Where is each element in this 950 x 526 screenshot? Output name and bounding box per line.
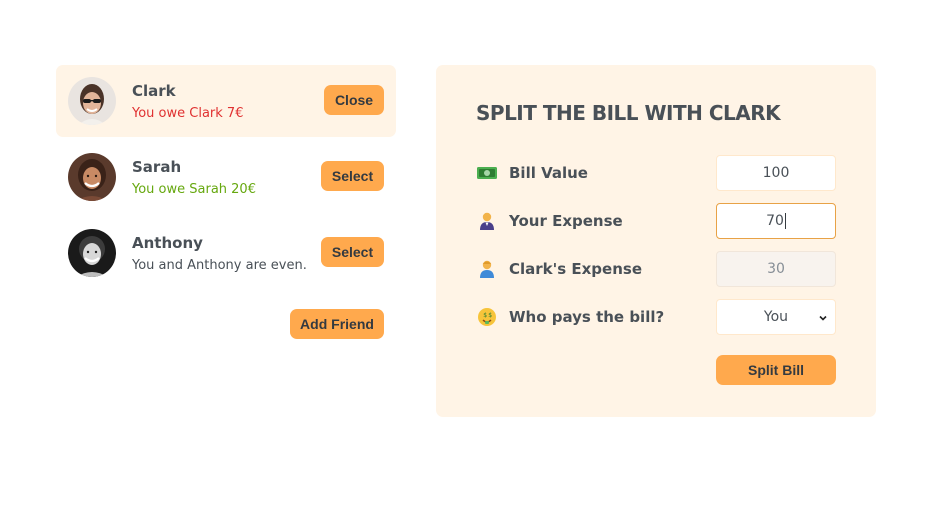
split-bill-button[interactable]: Split Bill <box>716 355 836 385</box>
friend-name: Clark <box>132 82 176 100</box>
avatar <box>68 153 116 201</box>
svg-text:$: $ <box>483 312 487 319</box>
select-friend-button[interactable]: Select <box>321 161 384 191</box>
bill-value-row: Bill Value 100 <box>476 155 836 191</box>
friend-item-anthony: Anthony You and Anthony are even. Select <box>56 217 396 289</box>
avatar-clark-image <box>68 77 116 125</box>
your-expense-value: 70 <box>766 213 784 229</box>
friends-sidebar: Clark You owe Clark 7€ Close Sarah You o… <box>56 65 396 339</box>
money-icon <box>476 163 498 183</box>
select-friend-button[interactable]: Select <box>321 237 384 267</box>
friend-balance-status: You and Anthony are even. <box>132 258 307 273</box>
friend-balance-status: You owe Sarah 20€ <box>132 182 256 197</box>
friend-name: Anthony <box>132 234 203 252</box>
friend-name: Sarah <box>132 158 182 176</box>
who-pays-select[interactable]: You <box>716 299 836 335</box>
person-icon <box>476 259 498 279</box>
friend-item-sarah: Sarah You owe Sarah 20€ Select <box>56 141 396 213</box>
money-face-icon: $ $ <box>476 307 498 327</box>
friend-expense-label: Clark's Expense <box>509 260 643 278</box>
close-friend-button[interactable]: Close <box>324 85 384 115</box>
eat-n-split-app: Clark You owe Clark 7€ Close Sarah You o… <box>0 0 950 526</box>
person-icon <box>476 211 498 231</box>
bill-value-label: Bill Value <box>509 164 588 182</box>
who-pays-label: Who pays the bill? <box>509 308 665 326</box>
avatar-anthony-image <box>68 229 116 277</box>
friend-expense-input: 30 <box>716 251 836 287</box>
form-title: SPLIT THE BILL WITH CLARK <box>476 101 781 125</box>
svg-text:$: $ <box>488 312 492 319</box>
add-friend-button[interactable]: Add Friend <box>290 309 384 339</box>
split-bill-form: SPLIT THE BILL WITH CLARK Bill Value 100 <box>436 65 876 417</box>
avatar <box>68 77 116 125</box>
text-cursor <box>784 213 786 229</box>
who-pays-selected-value: You <box>763 309 789 325</box>
friend-item-clark: Clark You owe Clark 7€ Close <box>56 65 396 137</box>
friend-balance-status: You owe Clark 7€ <box>132 106 244 121</box>
chevron-down-icon <box>819 315 827 321</box>
your-expense-label: Your Expense <box>509 212 623 230</box>
your-expense-input[interactable]: 70 <box>716 203 836 239</box>
avatar-sarah-image <box>68 153 116 201</box>
who-pays-row: $ $ Who pays the bill? You <box>476 299 836 335</box>
bill-value-input[interactable]: 100 <box>716 155 836 191</box>
your-expense-row: Your Expense 70 <box>476 203 836 239</box>
friend-expense-row: Clark's Expense 30 <box>476 251 836 287</box>
avatar <box>68 229 116 277</box>
